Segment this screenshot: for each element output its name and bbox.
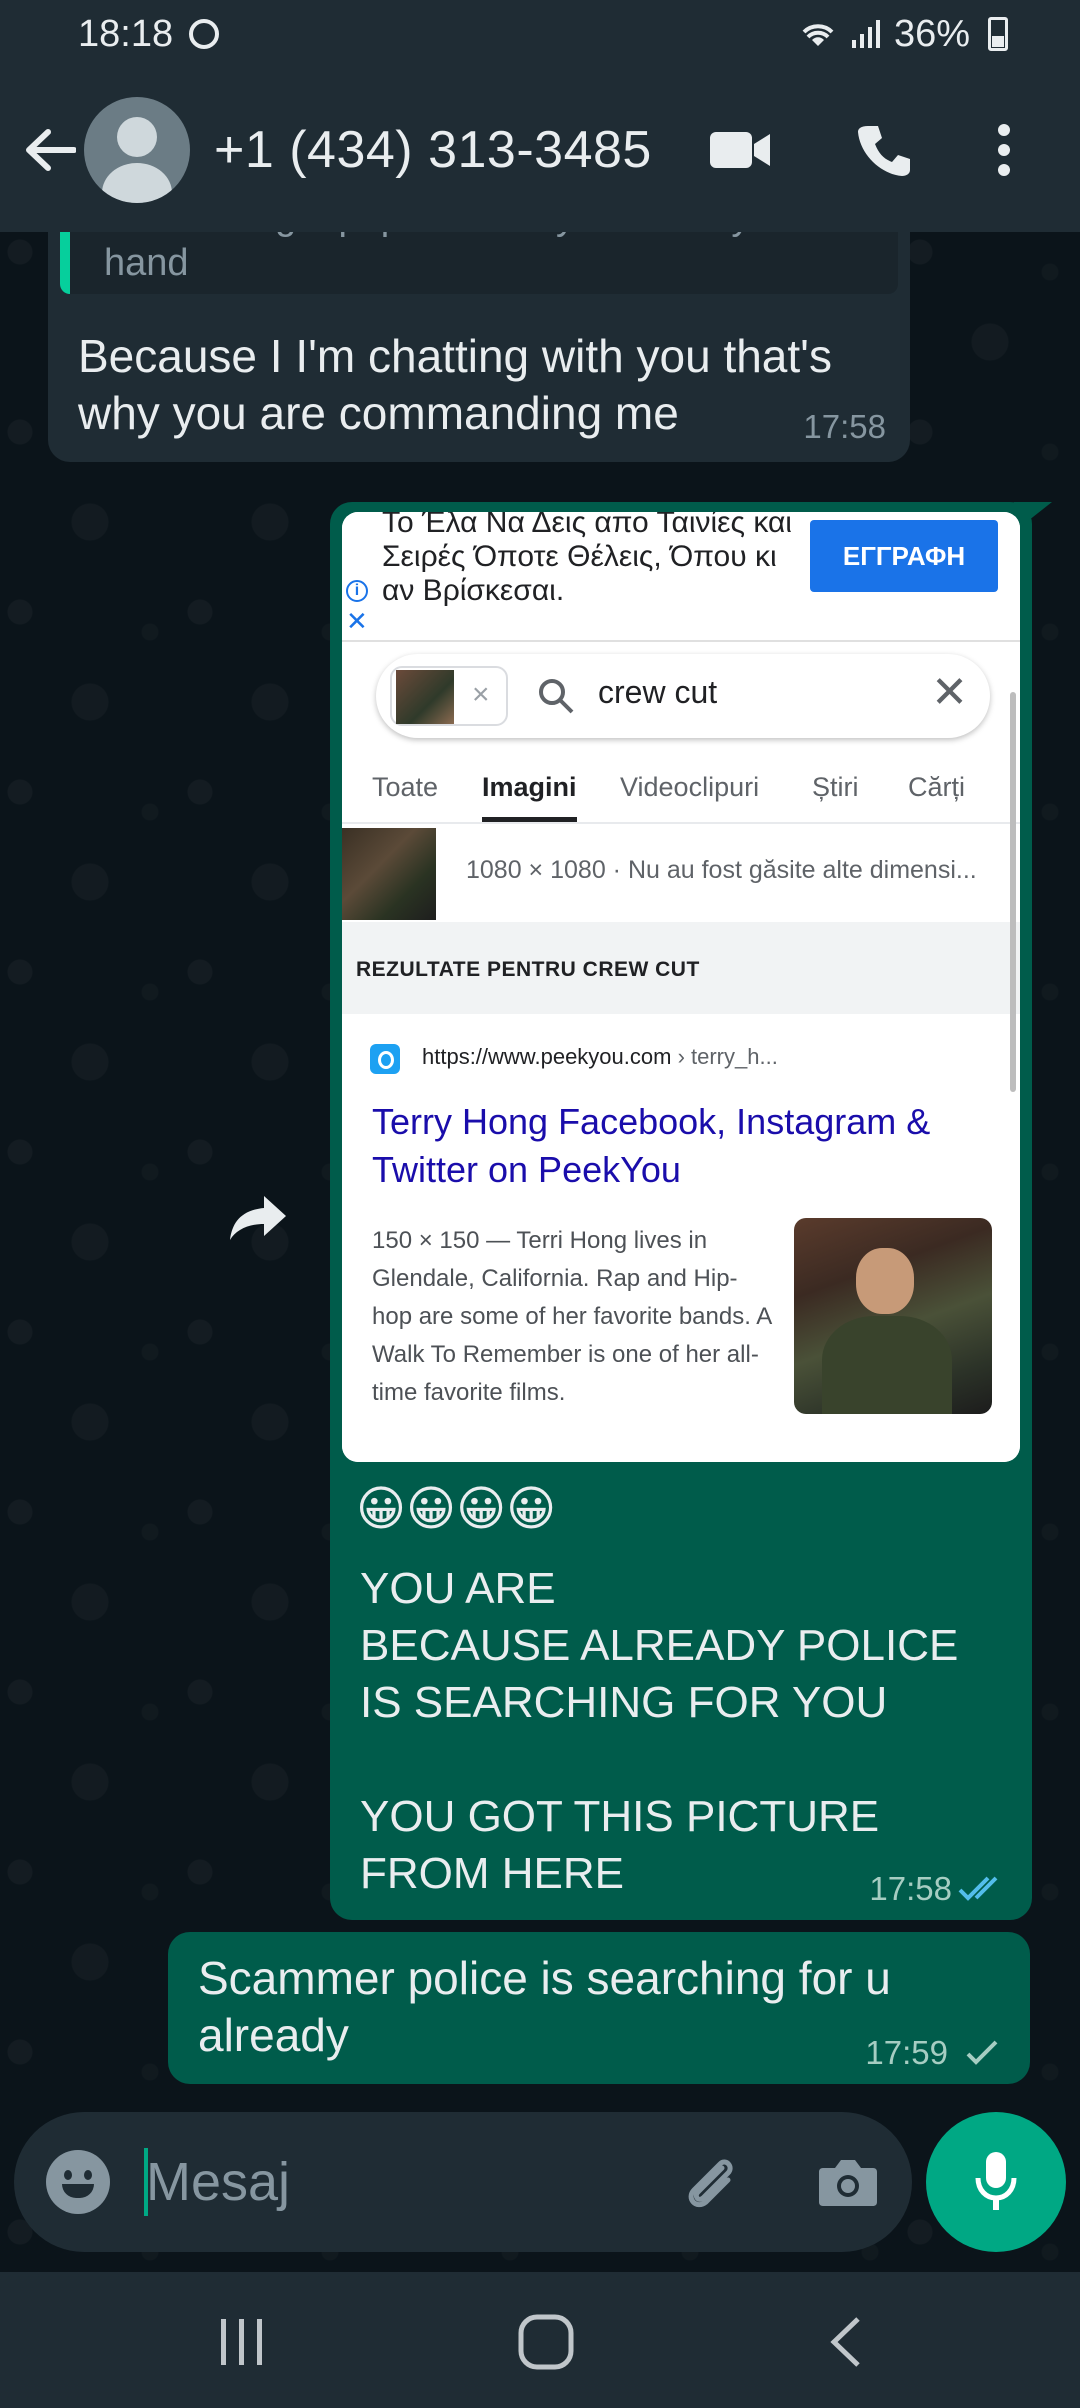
result-title: Terry Hong Facebook, Instagram & Twitter… — [372, 1101, 931, 1190]
peekyou-favicon-icon — [370, 1044, 400, 1074]
mic-button[interactable] — [926, 2112, 1066, 2252]
tab-books: Cărți — [908, 772, 966, 802]
status-time: 18:18 — [78, 12, 174, 55]
message-text: Because I I'm chatting with you that's w… — [78, 330, 832, 439]
chat-header-front: +1 (434) 313-3485 — [0, 68, 1080, 232]
tab-images: Imagini — [482, 758, 577, 822]
result-photo — [794, 1218, 992, 1414]
emoji-icon[interactable] — [46, 2150, 110, 2214]
video-call-icon[interactable] — [710, 130, 772, 170]
image-caption: YOU ARE BECAUSE ALREADY POLICE IS SEARCH… — [360, 1564, 959, 1898]
image-size-row: 1080 × 1080 · Nu au fost găsite alte dim… — [342, 828, 1020, 920]
signal-icon — [851, 20, 880, 48]
search-tabs: Toate Imagini Videoclipuri Știri Cărți — [342, 758, 1020, 824]
message-time: 17:58 — [869, 1870, 952, 1907]
clear-search-icon: ✕ — [931, 668, 968, 717]
photo-face — [856, 1248, 914, 1314]
message-input[interactable] — [146, 2142, 646, 2222]
avatar[interactable] — [84, 97, 190, 203]
result-snippet: 150 × 150 — Terri Hong lives in Glendale… — [372, 1227, 771, 1406]
tab-all: Toate — [372, 772, 439, 802]
query-thumbnail — [342, 828, 436, 920]
shared-screenshot-image[interactable]: Το Έλα Να Δεις απο Ταινίες και Σειρές Όπ… — [342, 512, 1020, 1462]
ad-signup-button: ΕΓΓΡΑΦΗ — [810, 520, 998, 592]
back-arrow-icon[interactable] — [20, 120, 80, 180]
forward-icon[interactable] — [222, 1182, 294, 1254]
chip-thumbnail — [396, 670, 454, 724]
system-nav-bar — [0, 2272, 1080, 2408]
result-url-domain: https://www.peekyou.com — [422, 1044, 672, 1069]
outgoing-message[interactable]: Scammer police is searching for u alread… — [168, 1932, 1030, 2084]
chip-close-icon: × — [472, 678, 490, 711]
mic-icon — [975, 2152, 1017, 2210]
search-box: × crew cut ✕ — [376, 654, 990, 738]
image-search-chip: × — [390, 666, 508, 726]
incoming-message[interactable]: now having a paper with my name in your … — [48, 200, 910, 462]
back-nav-icon[interactable] — [806, 2312, 886, 2372]
photo-uniform — [822, 1316, 952, 1414]
results-header-text: REZULTATE PENTRU CREW CUT — [356, 958, 700, 981]
home-icon[interactable] — [506, 2312, 586, 2372]
close-icon: ✕ — [346, 606, 368, 636]
battery-percent: 36% — [893, 12, 970, 55]
bubble-tail — [1014, 502, 1052, 532]
result-url: https://www.peekyou.com › terry_h... — [422, 1044, 778, 1070]
message-time: 17:58 — [803, 408, 886, 445]
voice-call-icon[interactable] — [856, 122, 912, 178]
message-time: 17:59 — [865, 2034, 948, 2071]
tab-news: Știri — [812, 772, 859, 802]
more-options-icon[interactable] — [996, 122, 1012, 178]
battery-icon — [988, 17, 1008, 51]
status-bar: 18:18 36% — [0, 0, 1080, 68]
tab-videos: Videoclipuri — [620, 772, 760, 802]
wifi-icon — [802, 24, 834, 46]
search-icon — [539, 679, 574, 714]
attach-icon[interactable] — [674, 2146, 746, 2218]
caption-emoji: 😀😀😀😀 — [356, 1483, 557, 1536]
result-url-crumb: › terry_h... — [671, 1044, 778, 1069]
status-right: 36% — [798, 13, 1008, 56]
message-composer — [14, 2112, 912, 2252]
aperture-icon — [189, 19, 220, 49]
search-result: https://www.peekyou.com › terry_h... Ter… — [342, 1014, 1020, 1462]
size-info: 1080 × 1080 · Nu au fost găsite alte dim… — [466, 856, 977, 884]
recent-apps-icon[interactable] — [202, 2312, 282, 2372]
screenshot-scrollbar — [1010, 692, 1016, 1092]
search-query: crew cut — [598, 674, 718, 710]
results-header: REZULTATE PENTRU CREW CUT — [342, 922, 1020, 1014]
contact-name[interactable]: +1 (434) 313-3485 — [214, 120, 652, 180]
read-receipt-icon — [958, 1876, 998, 1901]
camera-icon[interactable] — [812, 2146, 884, 2218]
sent-check-icon — [966, 2040, 998, 2065]
ad-banner: Το Έλα Να Δεις απο Ταινίες και Σειρές Όπ… — [342, 512, 1020, 642]
info-icon: i — [346, 580, 368, 602]
ad-text: Το Έλα Να Δεις απο Ταινίες και Σειρές Όπ… — [382, 512, 792, 607]
